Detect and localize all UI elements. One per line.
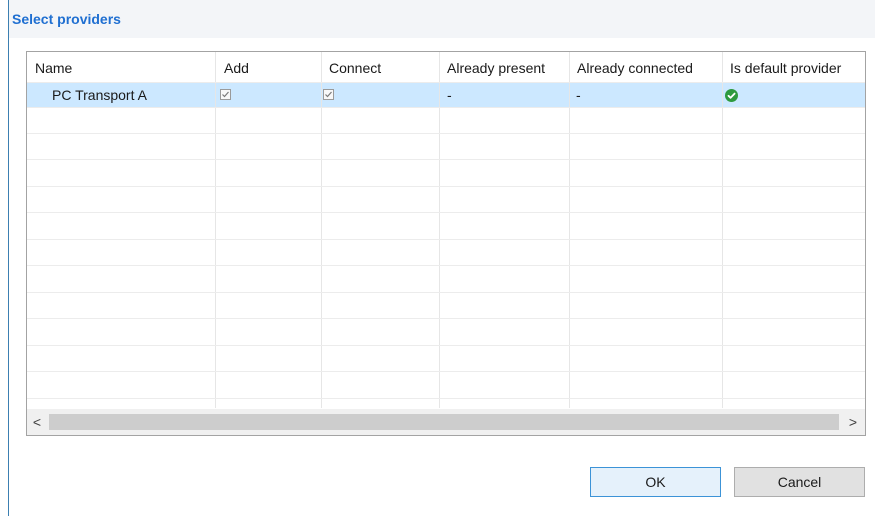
column-divider bbox=[722, 52, 723, 408]
row-divider bbox=[27, 239, 865, 240]
row-divider bbox=[27, 133, 865, 134]
column-divider bbox=[321, 52, 322, 408]
row-divider bbox=[27, 398, 865, 399]
row-divider bbox=[27, 212, 865, 213]
scroll-left-arrow-icon[interactable]: < bbox=[27, 409, 47, 435]
scroll-right-arrow-icon[interactable]: > bbox=[843, 409, 863, 435]
column-divider bbox=[439, 52, 440, 408]
row-divider bbox=[27, 82, 865, 83]
table-header: Name Add Connect Already present Already… bbox=[27, 52, 865, 82]
column-divider bbox=[215, 52, 216, 408]
add-checkbox[interactable] bbox=[220, 89, 231, 100]
row-divider bbox=[27, 371, 865, 372]
column-header-is-default-provider[interactable]: Is default provider bbox=[722, 52, 865, 82]
scrollbar-thumb[interactable] bbox=[49, 414, 839, 430]
row-divider bbox=[27, 345, 865, 346]
check-circle-icon bbox=[725, 89, 738, 102]
row-divider bbox=[27, 186, 865, 187]
select-providers-dialog: Select providers Name Add Connect Alread… bbox=[0, 0, 875, 516]
dialog-header bbox=[9, 0, 875, 38]
window-left-border bbox=[8, 0, 9, 516]
column-header-already-present[interactable]: Already present bbox=[439, 52, 569, 82]
checkmark-icon bbox=[222, 91, 229, 98]
row-divider bbox=[27, 159, 865, 160]
connect-checkbox[interactable] bbox=[323, 89, 334, 100]
column-header-name[interactable]: Name bbox=[27, 52, 215, 82]
table-row-selected[interactable] bbox=[27, 83, 865, 107]
row-divider bbox=[27, 292, 865, 293]
dialog-title: Select providers bbox=[12, 11, 121, 27]
checkmark-icon bbox=[325, 91, 332, 98]
ok-button[interactable]: OK bbox=[590, 467, 721, 497]
column-header-connect[interactable]: Connect bbox=[321, 52, 439, 82]
column-divider bbox=[569, 52, 570, 408]
cell-provider-name[interactable]: PC Transport A bbox=[52, 83, 147, 107]
column-header-already-connected[interactable]: Already connected bbox=[569, 52, 722, 82]
cell-already-present: - bbox=[447, 87, 452, 103]
row-divider bbox=[27, 107, 865, 108]
row-divider bbox=[27, 265, 865, 266]
providers-table[interactable]: Name Add Connect Already present Already… bbox=[26, 51, 866, 436]
cell-already-connected: - bbox=[576, 87, 581, 103]
row-divider bbox=[27, 318, 865, 319]
horizontal-scrollbar[interactable]: < > bbox=[27, 409, 865, 435]
cancel-button[interactable]: Cancel bbox=[734, 467, 865, 497]
column-header-add[interactable]: Add bbox=[216, 52, 321, 82]
